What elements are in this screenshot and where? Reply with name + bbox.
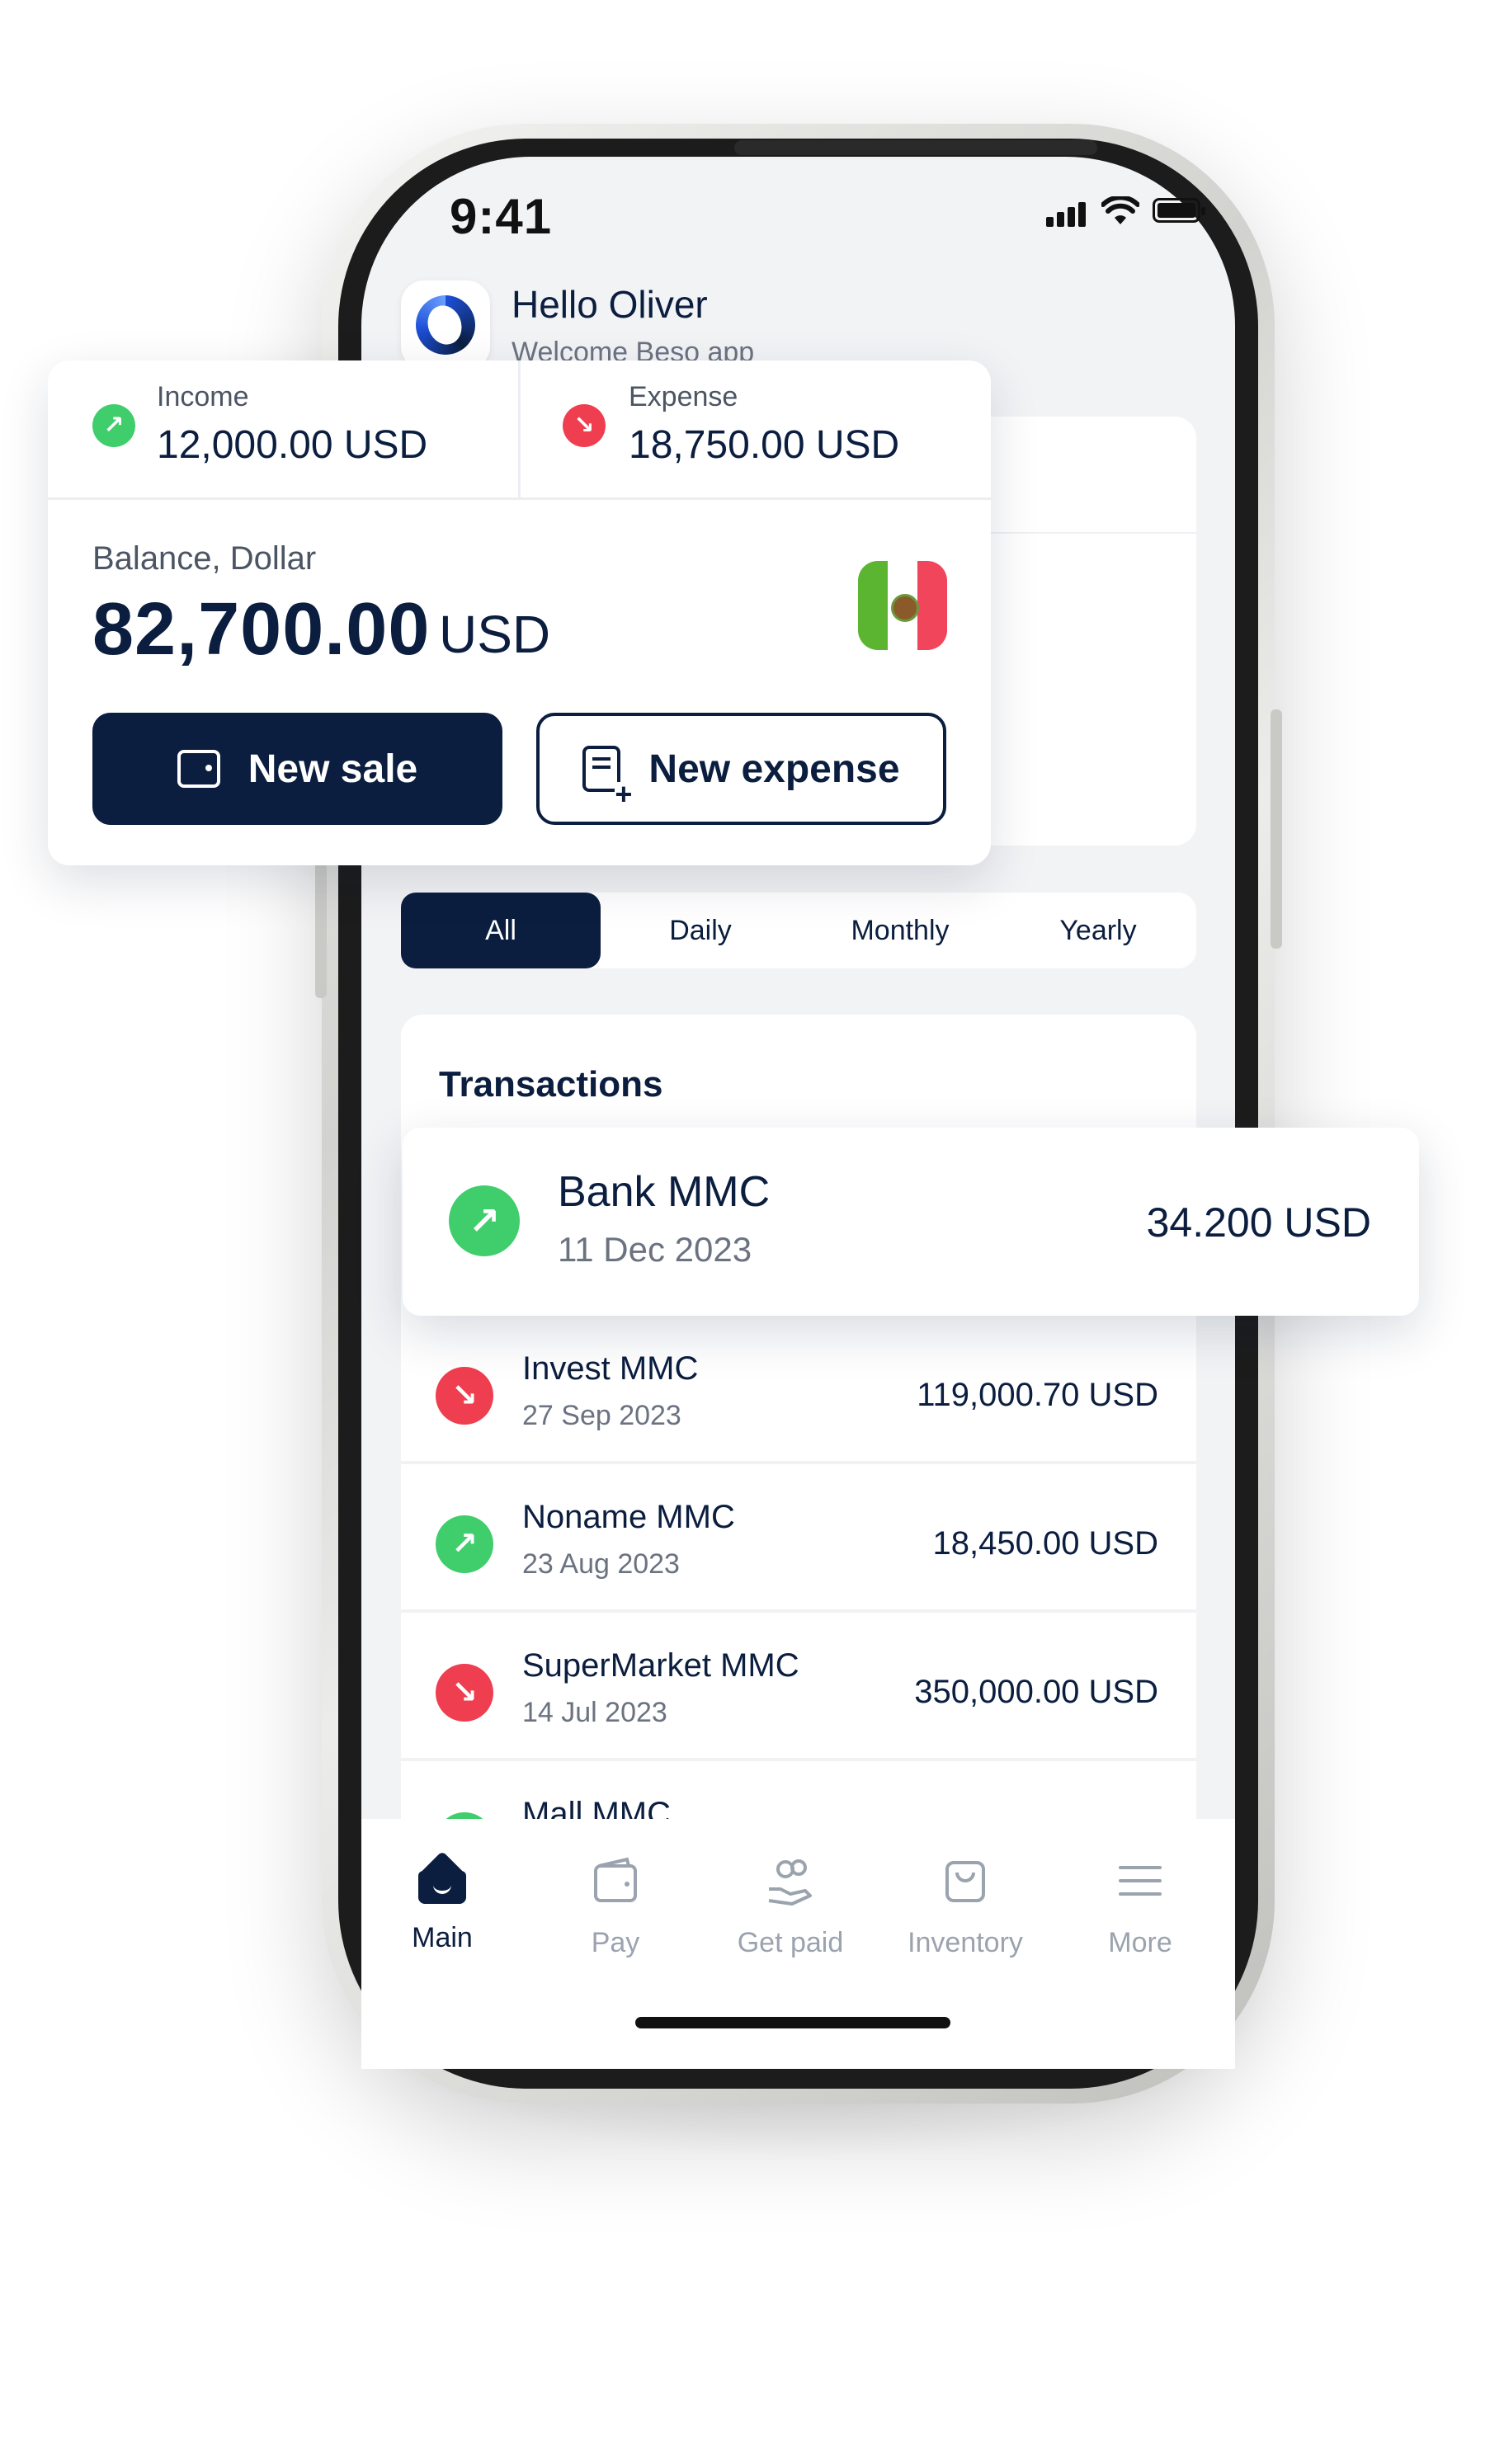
- new-expense-button[interactable]: New expense: [536, 713, 946, 825]
- expense-label: Expense: [629, 381, 738, 412]
- new-sale-label: New sale: [248, 747, 418, 791]
- shopping-bag-icon: [939, 1856, 992, 1909]
- transaction-name: Invest MMC: [522, 1350, 699, 1387]
- nav-item-more[interactable]: More: [1058, 1856, 1223, 1959]
- home-indicator: [635, 2017, 950, 2028]
- balance-amount: 82,700.00: [92, 588, 431, 671]
- tab-monthly[interactable]: Monthly: [800, 893, 1000, 968]
- nav-label: More: [1108, 1927, 1172, 1958]
- battery-icon: [1153, 198, 1205, 223]
- balance-currency: USD: [439, 605, 551, 664]
- tab-daily[interactable]: Daily: [601, 893, 800, 968]
- transaction-row[interactable]: ↗ Noname MMC 23 Aug 2023 18,450.00 USD: [401, 1464, 1196, 1613]
- income-arrow-icon: ↗: [449, 1185, 520, 1256]
- nav-label: Inventory: [908, 1927, 1023, 1958]
- nav-item-get-paid[interactable]: Get paid: [708, 1856, 873, 1959]
- transaction-row[interactable]: ↘ SuperMarket MMC 14 Jul 2023 350,000.00…: [401, 1613, 1196, 1761]
- wifi-icon: [1101, 195, 1143, 229]
- transactions-title: Transactions: [439, 1064, 663, 1105]
- phone-power-button: [1271, 709, 1282, 949]
- balance-label: Balance, Dollar: [92, 540, 317, 577]
- cellular-signal-icon: [1046, 202, 1089, 227]
- income-label: Income: [157, 381, 249, 412]
- nav-item-pay[interactable]: Pay: [533, 1856, 698, 1959]
- featured-transaction[interactable]: ↗ Bank MMC 11 Dec 2023 34.200 USD: [403, 1128, 1419, 1316]
- income-arrow-icon: ↗: [92, 404, 135, 447]
- period-tabs: All Daily Monthly Yearly: [401, 893, 1196, 968]
- transaction-date: 11 Dec 2023: [558, 1230, 752, 1269]
- status-time: 9:41: [450, 189, 553, 244]
- menu-icon: [1114, 1856, 1167, 1909]
- mexico-flag-icon[interactable]: [858, 561, 947, 650]
- divider: [48, 497, 991, 500]
- wallet-icon: [177, 750, 220, 788]
- nav-label: Get paid: [737, 1927, 844, 1958]
- divider: [518, 360, 521, 497]
- tab-all[interactable]: All: [401, 893, 601, 968]
- greeting-title: Hello Oliver: [512, 283, 708, 326]
- transaction-name: Bank MMC: [558, 1168, 771, 1216]
- nav-label: Pay: [591, 1927, 640, 1958]
- expense-value: 18,750.00 USD: [629, 423, 900, 467]
- new-sale-button[interactable]: New sale: [92, 713, 502, 825]
- nav-item-main[interactable]: Main: [360, 1850, 525, 1954]
- transaction-name: Noname MMC: [522, 1499, 735, 1535]
- expense-arrow-icon: ↘: [563, 404, 606, 447]
- tab-yearly[interactable]: Yearly: [1000, 893, 1196, 968]
- app-logo: [401, 280, 490, 370]
- phone-top-slit: [734, 140, 1097, 155]
- transaction-amount: 119,000.70 USD: [917, 1377, 1158, 1413]
- receive-money-icon: [764, 1856, 817, 1909]
- transaction-row[interactable]: ↘ Invest MMC 27 Sep 2023 119,000.70 USD: [401, 1316, 1196, 1464]
- nav-label: Main: [412, 1922, 473, 1953]
- transaction-name: SuperMarket MMC: [522, 1647, 799, 1684]
- expense-arrow-icon: ↘: [436, 1367, 493, 1425]
- divider: [986, 532, 1196, 534]
- home-icon: [418, 1850, 466, 1904]
- transaction-date: 23 Aug 2023: [522, 1548, 680, 1580]
- income-arrow-icon: ↗: [436, 1515, 493, 1573]
- new-expense-label: New expense: [648, 747, 900, 791]
- wallet-icon: [589, 1856, 642, 1909]
- transaction-amount: 34.200 USD: [1146, 1199, 1371, 1246]
- transaction-amount: 18,450.00 USD: [932, 1525, 1158, 1562]
- nav-item-inventory[interactable]: Inventory: [883, 1856, 1048, 1959]
- add-document-icon: [582, 746, 633, 807]
- expense-arrow-icon: ↘: [436, 1664, 493, 1722]
- income-value: 12,000.00 USD: [157, 423, 428, 467]
- transaction-date: 27 Sep 2023: [522, 1400, 681, 1431]
- transaction-amount: 350,000.00 USD: [914, 1674, 1158, 1710]
- transaction-date: 14 Jul 2023: [522, 1697, 667, 1728]
